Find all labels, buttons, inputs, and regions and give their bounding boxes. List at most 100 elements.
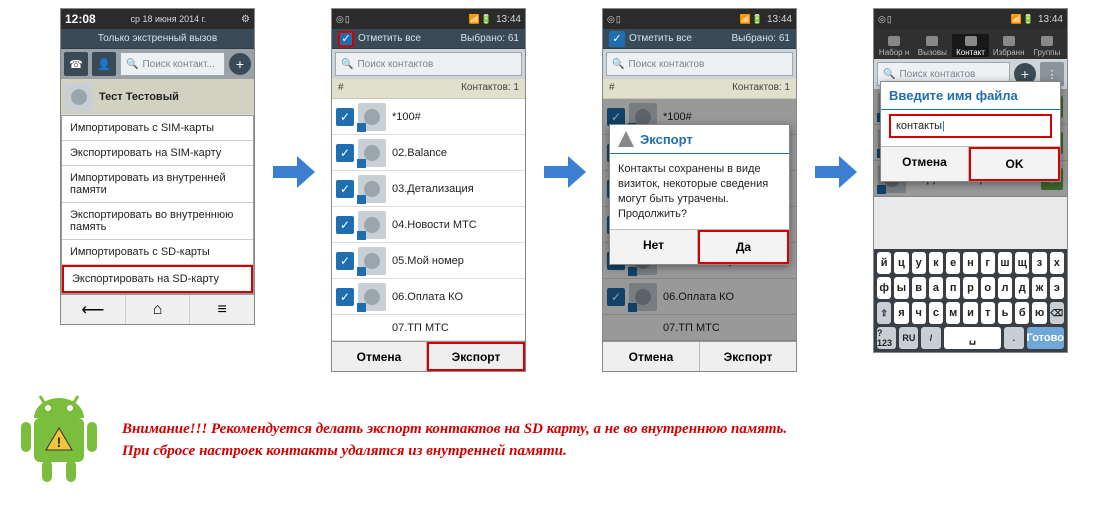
filename-input[interactable]: контакты| [889,114,1052,138]
search-icon: 🔍 [341,59,353,70]
keyboard-key[interactable]: ю [1032,302,1046,324]
keyboard-key[interactable]: з [1032,252,1046,274]
keyboard-key[interactable]: о [981,277,995,299]
keyboard-key[interactable]: э [1050,277,1064,299]
keyboard-key[interactable]: л [998,277,1012,299]
keyboard-key[interactable]: ш [998,252,1012,274]
keyboard[interactable]: йцукенгшщзх фывапролджэ ⇧ячсмитьбю⌫ ?123… [874,249,1067,352]
keyboard-key[interactable]: ж [1032,277,1046,299]
keyboard-key[interactable]: RU [899,327,918,349]
row-checkbox[interactable]: ✓ [336,108,354,126]
keyboard-key[interactable]: е [946,252,960,274]
export-button[interactable]: Экспорт [700,342,796,371]
gear-icon[interactable]: ⚙ [241,14,250,25]
select-all-label: Отметить все [358,33,421,44]
cancel-button[interactable]: Отмена [603,342,700,371]
keyboard-key[interactable]: н [963,252,977,274]
row-checkbox[interactable]: ✓ [607,288,625,306]
search-input[interactable]: 🔍 Поиск контактов [335,52,522,76]
row-checkbox[interactable]: ✓ [336,252,354,270]
contact-name: 06.Оплата КО [392,291,463,303]
keyboard-key[interactable]: в [912,277,926,299]
search-bar: 🔍 Поиск контактов [332,49,525,79]
contact-row[interactable]: ✓03.Детализация [332,171,525,207]
phone-screen-3: ◎▯ 📶🔋13:44 ✓ Отметить все Выбрано: 61 🔍 … [602,8,797,372]
section-header: # Контактов: 1 [332,79,525,99]
dialog-cancel-button[interactable]: Отмена [881,147,969,181]
export-button[interactable]: Экспорт [427,342,525,371]
add-contact-button[interactable]: + [229,53,251,75]
tab-dial[interactable]: Набор н [876,34,912,57]
row-checkbox[interactable]: ✓ [336,144,354,162]
menu-import-sim[interactable]: Импортировать с SIM-карты [62,116,253,141]
keyboard-key[interactable]: ?123 [877,327,896,349]
status-bar: ◎▯ 📶🔋13:44 [603,9,796,29]
dialog-yes-button[interactable]: Да [698,230,789,264]
dialog-no-button[interactable]: Нет [610,230,698,264]
keyboard-key[interactable]: ы [894,277,908,299]
keyboard-key[interactable]: с [929,302,943,324]
menu-export-internal[interactable]: Экспортировать во внутреннюю память [62,203,253,240]
contact-row[interactable]: ✓07.ТП МТС [603,315,796,341]
menu-export-sd[interactable]: Экспортировать на SD-карту [62,265,253,293]
keyboard-key[interactable]: д [1015,277,1029,299]
dialog-ok-button[interactable]: OK [969,147,1060,181]
keyboard-key[interactable]: р [963,277,977,299]
keyboard-key[interactable]: м [946,302,960,324]
menu-export-sim[interactable]: Экспортировать на SIM-карту [62,141,253,166]
keyboard-key[interactable]: ⌫ [1050,302,1064,324]
keyboard-key[interactable]: ц [894,252,908,274]
keyboard-key[interactable]: ч [912,302,926,324]
row-checkbox[interactable]: ✓ [607,108,625,126]
keyboard-key[interactable]: й [877,252,891,274]
keyboard-key[interactable]: т [981,302,995,324]
keyboard-key[interactable]: Готово [1027,327,1064,349]
keyboard-key[interactable]: г [981,252,995,274]
contact-row[interactable]: ✓06.Оплата КО [603,279,796,315]
select-all-checkbox[interactable]: ✓ [338,31,354,47]
contact-row[interactable]: ✓ 02.Balance [332,135,525,171]
contact-row[interactable]: ✓04.Новости МТС [332,207,525,243]
row-checkbox[interactable]: ✓ [336,216,354,234]
keyboard-key[interactable]: щ [1015,252,1029,274]
keyboard-key[interactable]: к [929,252,943,274]
phone-tab-icon[interactable]: ☎ [64,52,88,76]
keyboard-key[interactable]: б [1015,302,1029,324]
keyboard-key[interactable]: я [894,302,908,324]
cancel-button[interactable]: Отмена [332,342,427,371]
clock: 13:44 [1038,14,1063,25]
contact-row[interactable]: ✓ 06.Оплата КО [332,279,525,315]
tab-contacts[interactable]: Контакт [952,34,988,57]
keyboard-key[interactable]: ⇧ [877,302,891,324]
contact-row[interactable]: ✓05.Мой номер [332,243,525,279]
search-input[interactable]: 🔍 Поиск контакт... [120,52,225,76]
contact-row[interactable]: ✓07.ТП МТС [332,315,525,341]
keyboard-key[interactable]: а [929,277,943,299]
keyboard-key[interactable]: ф [877,277,891,299]
select-all-checkbox[interactable]: ✓ [609,31,625,47]
tab-groups[interactable]: Группы [1029,34,1065,57]
keyboard-key[interactable]: . [1004,327,1023,349]
menu-import-sd[interactable]: Импортировать с SD-карты [62,240,253,265]
keyboard-key[interactable]: ь [998,302,1012,324]
import-export-menu: Импортировать с SIM-карты Экспортировать… [61,115,254,294]
home-button[interactable]: ⌂ [126,295,191,324]
keyboard-key[interactable]: ␣ [944,327,1002,349]
menu-import-internal[interactable]: Импортировать из внутренней памяти [62,166,253,203]
keyboard-key[interactable]: / [921,327,940,349]
back-button[interactable]: ⟵ [61,295,126,324]
row-checkbox[interactable]: ✓ [336,180,354,198]
tab-favorites[interactable]: Избранн [991,34,1027,57]
keyboard-key[interactable]: х [1050,252,1064,274]
row-checkbox[interactable]: ✓ [336,288,354,306]
contacts-tab-icon[interactable]: 👤 [92,52,116,76]
tab-calls[interactable]: Вызовы [914,34,950,57]
keyboard-key[interactable]: п [946,277,960,299]
keyboard-key[interactable]: и [963,302,977,324]
keyboard-key[interactable]: у [912,252,926,274]
recent-button[interactable]: ≡ [190,295,254,324]
contact-name: 02.Balance [392,147,447,159]
search-input[interactable]: 🔍 Поиск контактов [606,52,793,76]
avatar [358,103,386,131]
contact-row[interactable]: ✓*100# [332,99,525,135]
